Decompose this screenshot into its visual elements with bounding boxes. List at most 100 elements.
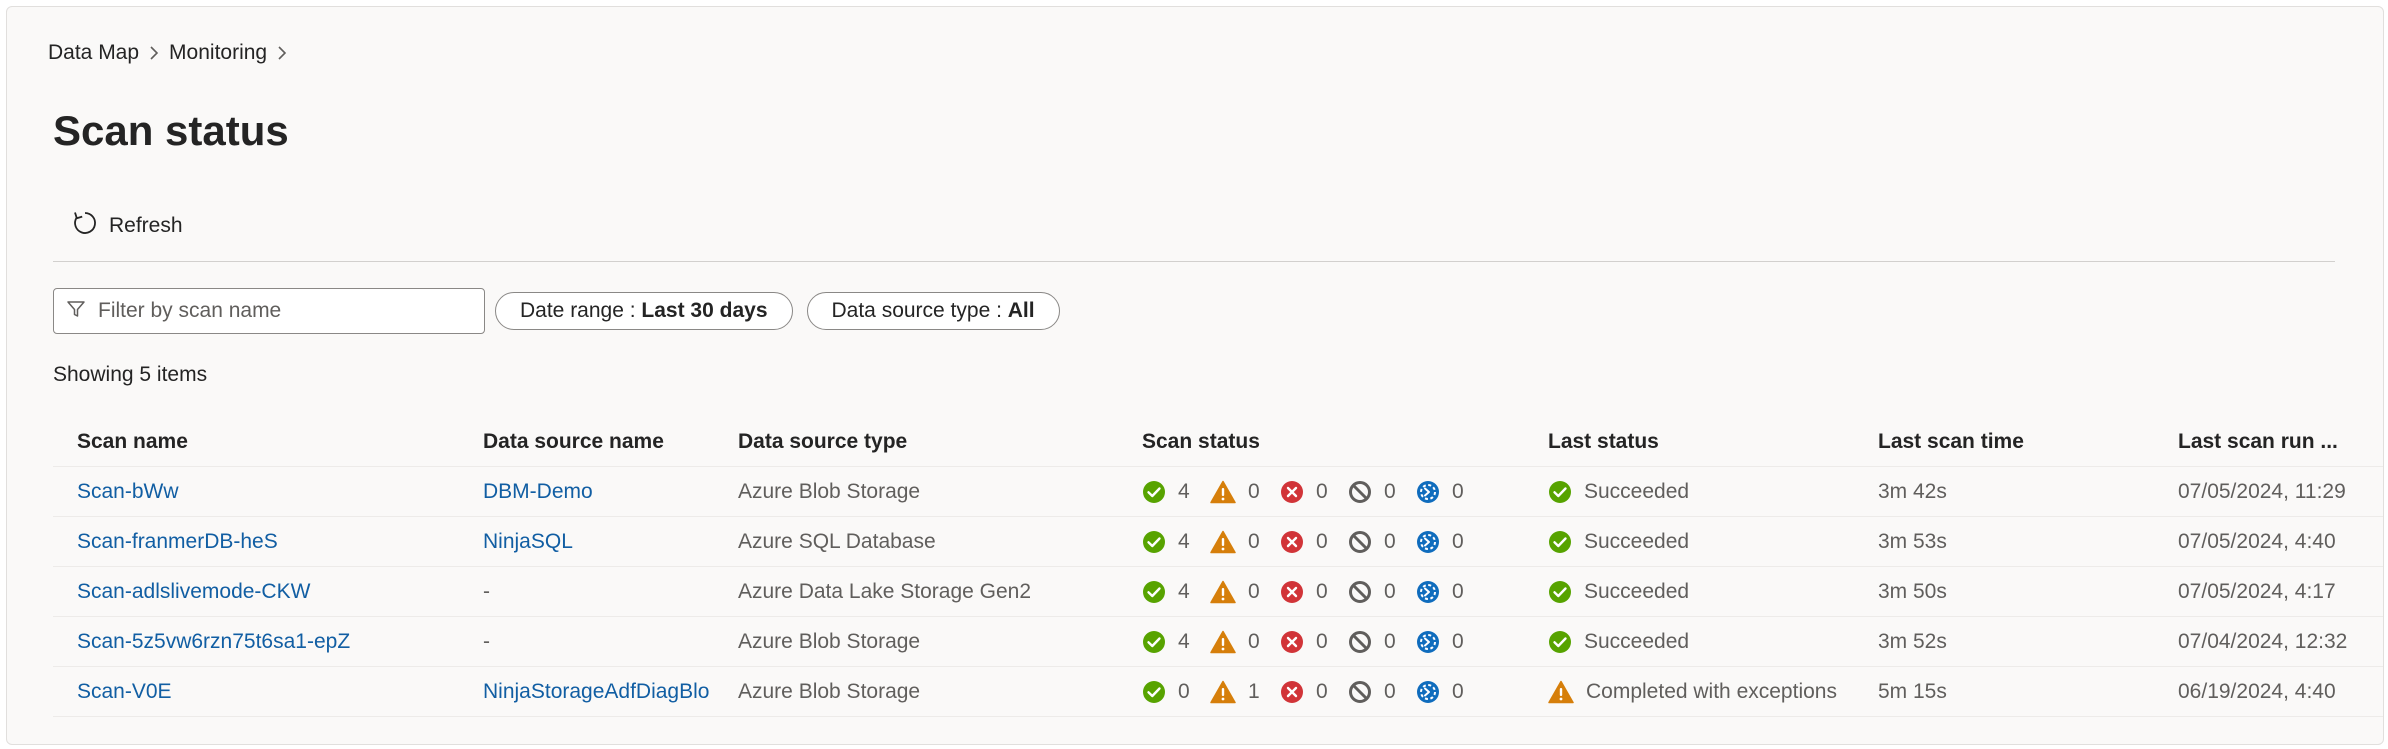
success-icon xyxy=(1549,530,1571,553)
search-box xyxy=(53,288,485,334)
last-scan-time: 5m 15s xyxy=(1878,679,1947,703)
queued-icon xyxy=(1417,630,1439,653)
scan-name-link[interactable]: Scan-franmerDB-heS xyxy=(77,517,467,566)
last-scan-run: 07/05/2024, 4:17 xyxy=(2178,579,2336,603)
cancelled-icon xyxy=(1349,580,1371,603)
last-status-text: Completed with exceptions xyxy=(1586,679,1837,703)
queued-icon xyxy=(1417,530,1439,553)
data-source-name: - xyxy=(483,579,490,603)
scan-table: Scan name Data source name Data source t… xyxy=(53,418,2383,717)
failed-count: 0 xyxy=(1280,680,1328,704)
data-source-name: - xyxy=(483,629,490,653)
last-status-text: Succeeded xyxy=(1584,579,1690,603)
column-header-data-source-type[interactable]: Data source type xyxy=(738,418,1138,466)
success-icon xyxy=(1549,580,1571,603)
chevron-right-icon xyxy=(277,45,287,61)
failed-count: 0 xyxy=(1280,630,1328,654)
scan-name-link[interactable]: Scan-adlslivemode-CKW xyxy=(77,567,467,616)
cancelled-icon xyxy=(1349,630,1371,653)
scan-status-counts: 0 1 0 0 0 xyxy=(1142,667,1542,716)
breadcrumb-monitoring[interactable]: Monitoring xyxy=(169,41,267,65)
success-icon xyxy=(1143,580,1165,603)
warning-icon xyxy=(1548,680,1574,703)
warning-count: 1 xyxy=(1210,680,1260,704)
scan-status-counts: 4 0 0 0 0 xyxy=(1142,567,1542,616)
error-icon xyxy=(1281,580,1303,603)
date-range-label: Date range : xyxy=(520,299,636,322)
last-scan-run: 07/05/2024, 4:40 xyxy=(2178,529,2336,553)
scan-name-link[interactable]: Scan-V0E xyxy=(77,667,467,716)
chevron-right-icon xyxy=(149,45,159,61)
scan-name-link[interactable]: Scan-5z5vw6rzn75t6sa1-epZ xyxy=(77,617,467,666)
succeeded-count: 4 xyxy=(1142,580,1190,604)
queued-count: 0 xyxy=(1416,630,1464,654)
cancelled-count: 0 xyxy=(1348,580,1396,604)
queued-icon xyxy=(1417,480,1439,503)
queued-icon xyxy=(1417,680,1439,703)
breadcrumb-data-map[interactable]: Data Map xyxy=(48,41,139,65)
last-scan-time: 3m 52s xyxy=(1878,629,1947,653)
cancelled-count: 0 xyxy=(1348,480,1396,504)
success-icon xyxy=(1143,630,1165,653)
success-icon xyxy=(1143,680,1165,703)
last-scan-run: 07/05/2024, 11:29 xyxy=(2178,479,2346,503)
queued-icon xyxy=(1417,580,1439,603)
column-header-last-scan-time[interactable]: Last scan time xyxy=(1878,418,2158,466)
warning-icon xyxy=(1210,480,1236,503)
cancelled-count: 0 xyxy=(1348,530,1396,554)
filter-icon xyxy=(66,299,86,324)
column-header-data-source-name[interactable]: Data source name xyxy=(483,418,728,466)
last-status-text: Succeeded xyxy=(1584,479,1690,503)
data-source-type-filter[interactable]: Data source type : All xyxy=(806,292,1060,330)
error-icon xyxy=(1281,530,1303,553)
data-source-name[interactable]: DBM-Demo xyxy=(483,467,728,516)
page-title: Scan status xyxy=(53,107,289,154)
scan-status-counts: 4 0 0 0 0 xyxy=(1142,617,1542,666)
refresh-button[interactable]: Refresh xyxy=(71,209,183,243)
table-row: Scan-adlslivemode-CKW - Azure Data Lake … xyxy=(53,567,2383,617)
column-header-scan-status[interactable]: Scan status xyxy=(1142,418,1542,466)
column-header-last-status[interactable]: Last status xyxy=(1548,418,1868,466)
table-body: Scan-bWw DBM-Demo Azure Blob Storage 4 0… xyxy=(53,467,2383,717)
success-icon xyxy=(1549,630,1571,653)
last-status: Succeeded xyxy=(1548,617,1868,666)
filter-by-scan-name-input[interactable] xyxy=(96,298,480,324)
last-scan-time: 3m 53s xyxy=(1878,529,1947,553)
success-icon xyxy=(1143,480,1165,503)
cancelled-icon xyxy=(1349,530,1371,553)
cancelled-icon xyxy=(1349,480,1371,503)
command-bar: Refresh xyxy=(53,203,2335,262)
table-row: Scan-franmerDB-heS NinjaSQL Azure SQL Da… xyxy=(53,517,2383,567)
data-source-type: Azure Data Lake Storage Gen2 xyxy=(738,579,1032,603)
last-scan-time: 3m 50s xyxy=(1878,579,1947,603)
cancelled-icon xyxy=(1349,680,1371,703)
refresh-icon xyxy=(71,209,99,243)
refresh-label: Refresh xyxy=(109,214,183,237)
data-source-type-label: Data source type : xyxy=(831,299,1002,322)
last-status: Succeeded xyxy=(1548,467,1868,516)
cancelled-count: 0 xyxy=(1348,630,1396,654)
last-status: Succeeded xyxy=(1548,517,1868,566)
items-count: Showing 5 items xyxy=(53,363,208,386)
data-source-name[interactable]: NinjaSQL xyxy=(483,517,728,566)
table-row: Scan-V0E NinjaStorageAdfDiagBlo Azure Bl… xyxy=(53,667,2383,717)
table-row: Scan-bWw DBM-Demo Azure Blob Storage 4 0… xyxy=(53,467,2383,517)
scan-status-panel: Data Map Monitoring Scan status Refresh xyxy=(6,6,2384,745)
queued-count: 0 xyxy=(1416,680,1464,704)
success-icon xyxy=(1143,530,1165,553)
warning-icon xyxy=(1210,580,1236,603)
data-source-name[interactable]: NinjaStorageAdfDiagBlo xyxy=(483,667,728,716)
last-status-text: Succeeded xyxy=(1584,529,1690,553)
column-header-scan-name[interactable]: Scan name xyxy=(77,418,467,466)
last-scan-time: 3m 42s xyxy=(1878,479,1947,503)
last-scan-run: 06/19/2024, 4:40 xyxy=(2178,679,2336,703)
success-icon xyxy=(1549,480,1571,503)
scan-name-link[interactable]: Scan-bWw xyxy=(77,467,467,516)
filter-bar: Date range : Last 30 days Data source ty… xyxy=(53,288,1060,334)
table-row: Scan-5z5vw6rzn75t6sa1-epZ - Azure Blob S… xyxy=(53,617,2383,667)
failed-count: 0 xyxy=(1280,530,1328,554)
column-header-last-scan-run[interactable]: Last scan run ... xyxy=(2178,418,2383,466)
date-range-filter[interactable]: Date range : Last 30 days xyxy=(495,292,793,330)
error-icon xyxy=(1281,680,1303,703)
scan-status-counts: 4 0 0 0 0 xyxy=(1142,517,1542,566)
